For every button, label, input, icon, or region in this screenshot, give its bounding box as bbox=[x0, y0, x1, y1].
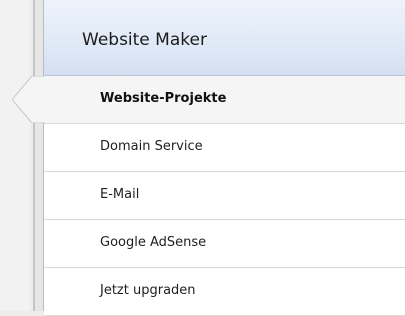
menu-item-label: Jetzt upgraden bbox=[100, 283, 196, 298]
left-panel-edge bbox=[0, 0, 30, 311]
menu-item-jetzt-upgraden[interactable]: Jetzt upgraden bbox=[44, 268, 405, 316]
menu-item-e-mail[interactable]: E-Mail bbox=[44, 172, 405, 220]
menu-item-label: Domain Service bbox=[100, 139, 203, 154]
menu-item-website-projekte[interactable]: Website-Projekte bbox=[44, 76, 405, 124]
menu-item-label: E-Mail bbox=[100, 187, 140, 202]
menu-item-google-adsense[interactable]: Google AdSense bbox=[44, 220, 405, 268]
sidebar-title: Website Maker bbox=[82, 30, 207, 50]
menu-list: Website-Projekte Domain Service E-Mail G… bbox=[44, 76, 405, 316]
menu-item-domain-service[interactable]: Domain Service bbox=[44, 124, 405, 172]
menu-item-label: Website-Projekte bbox=[100, 91, 227, 106]
menu-item-label: Google AdSense bbox=[100, 235, 207, 250]
sidebar-menu: Website Maker Website-Projekte Domain Se… bbox=[43, 0, 405, 316]
sidebar-header: Website Maker bbox=[44, 0, 405, 76]
active-item-pointer bbox=[12, 76, 44, 123]
panel-gutter bbox=[35, 0, 43, 311]
